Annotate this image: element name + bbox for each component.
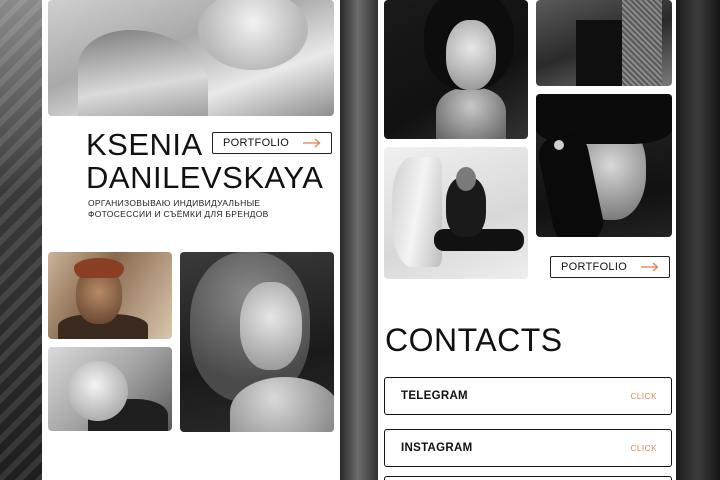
profile-panel: KSENIA DANILEVSKAYA PORTFOLIO ОРГАНИЗОВЫ… <box>42 0 340 480</box>
contact-row-partial[interactable] <box>384 476 672 480</box>
portfolio-button-label: PORTFOLIO <box>561 261 628 273</box>
portfolio-button-label: PORTFOLIO <box>223 137 290 149</box>
contact-click-label: CLICK <box>630 443 657 453</box>
contacts-panel: PORTFOLIO CONTACTS TELEGRAM CLICK INSTAG… <box>378 0 676 480</box>
contact-label: INSTAGRAM <box>401 442 473 454</box>
arrow-right-icon <box>303 138 321 148</box>
gallery-photo[interactable] <box>384 0 528 139</box>
contacts-heading: CONTACTS <box>385 322 563 358</box>
gallery-photo[interactable] <box>48 252 172 339</box>
contact-click-label: CLICK <box>630 391 657 401</box>
profile-tagline: ОРГАНИЗОВЫВАЮ ИНДИВИДУАЛЬНЫЕ ФОТОСЕССИИ … <box>88 198 328 220</box>
portfolio-button[interactable]: PORTFOLIO <box>550 256 670 278</box>
portfolio-button[interactable]: PORTFOLIO <box>212 132 332 154</box>
tagline-line: ОРГАНИЗОВЫВАЮ ИНДИВИДУАЛЬНЫЕ <box>88 198 261 208</box>
contact-instagram-button[interactable]: INSTAGRAM CLICK <box>384 429 672 467</box>
gallery-photo[interactable] <box>536 94 672 237</box>
contact-label: TELEGRAM <box>401 390 468 402</box>
gallery-photo[interactable] <box>384 147 528 279</box>
arrow-right-icon <box>641 262 659 272</box>
contact-telegram-button[interactable]: TELEGRAM CLICK <box>384 377 672 415</box>
background-texture <box>0 0 42 480</box>
profile-name-last: DANILEVSKAYA <box>86 160 324 195</box>
background-edge <box>676 0 720 480</box>
background-divider <box>340 0 380 480</box>
gallery-photo[interactable] <box>180 252 334 432</box>
hero-photo <box>48 0 334 116</box>
gallery-photo[interactable] <box>536 0 672 86</box>
gallery-photo[interactable] <box>48 347 172 431</box>
tagline-line: ФОТОСЕССИИ И СЪЁМКИ ДЛЯ БРЕНДОВ <box>88 209 269 219</box>
